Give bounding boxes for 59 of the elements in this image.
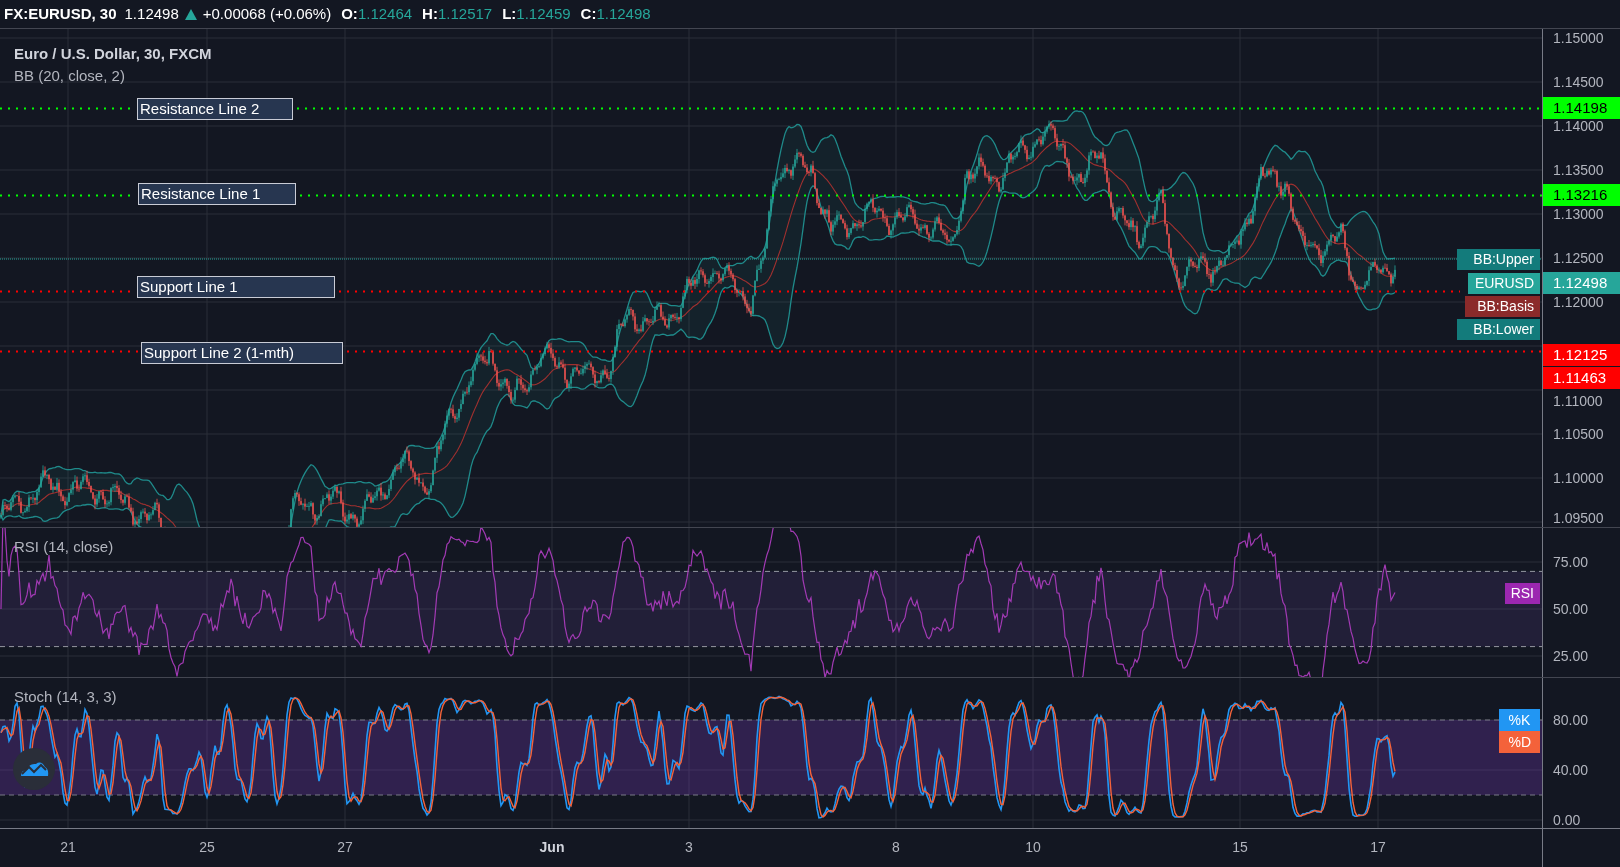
price-tag: 1.14198 <box>1543 97 1620 119</box>
line-label[interactable]: Resistance Line 1 <box>138 183 296 205</box>
indicator-label: BB (20, close, 2) <box>14 65 126 86</box>
price-change: +0.00068 (+0.06%) <box>202 3 332 24</box>
price-axis-label: 1.12500 <box>1553 250 1604 266</box>
series-tag: EURUSD <box>1468 273 1540 294</box>
series-tag: BB:Upper <box>1457 249 1540 270</box>
stoch-tag: %D <box>1499 731 1540 753</box>
up-triangle-icon <box>184 8 197 20</box>
rsi-title: RSI (14, close) <box>14 537 114 557</box>
line-label[interactable]: Support Line 2 (1-mth) <box>141 342 343 364</box>
rsi-axis-label: 50.00 <box>1553 601 1589 617</box>
symbol-label: FX:EURUSD, 30 <box>4 3 117 24</box>
time-axis-label: Jun <box>539 838 565 857</box>
price-axis-label: 1.11000 <box>1553 393 1603 409</box>
stoch-axis-label: 80.00 <box>1553 712 1589 728</box>
stoch-axis-label: 40.00 <box>1553 762 1589 778</box>
chart-title: Euro / U.S. Dollar, 30, FXCM <box>14 44 212 64</box>
time-axis-label: 25 <box>199 838 215 857</box>
price-tag: 1.11463 <box>1543 367 1620 389</box>
price-tag: 1.12125 <box>1543 344 1620 366</box>
time-axis-label: 21 <box>60 838 76 857</box>
price-axis-label: 1.15000 <box>1553 30 1604 46</box>
line-label[interactable]: Resistance Line 2 <box>137 98 293 120</box>
ohlc-label: O: <box>341 3 358 24</box>
time-axis-label: 27 <box>337 838 353 857</box>
line-label[interactable]: Support Line 1 <box>137 276 335 298</box>
stoch-tag: %K <box>1499 709 1540 731</box>
series-tag: BB:Lower <box>1457 319 1540 340</box>
last-price: 1.12498 <box>124 3 179 24</box>
price-axis-label: 1.09500 <box>1553 510 1604 526</box>
price-axis-label: 1.13500 <box>1553 162 1604 178</box>
time-axis-label: 8 <box>892 838 900 857</box>
ohlc-value: 1.12464 <box>357 3 413 24</box>
ohlc-value: 1.12517 <box>437 3 493 24</box>
ohlc-value: 1.12498 <box>596 3 651 24</box>
rsi-axis-label: 75.00 <box>1553 554 1589 570</box>
price-axis-label: 1.13000 <box>1553 206 1604 222</box>
price-axis-label: 1.10000 <box>1553 470 1604 486</box>
ohlc-label: H: <box>422 3 438 24</box>
logo-icon[interactable] <box>13 748 55 790</box>
rsi-axis-label: 25.00 <box>1553 648 1589 664</box>
time-axis-label: 10 <box>1025 838 1041 857</box>
ohlc-value: 1.12459 <box>516 3 571 24</box>
rsi-tag: RSI <box>1504 583 1540 604</box>
series-tag: BB:Basis <box>1465 296 1540 317</box>
stoch-axis-label: 0.00 <box>1553 812 1581 828</box>
ohlc-label: C: <box>580 3 597 24</box>
price-tag: 1.12498 <box>1543 272 1620 294</box>
time-axis-label: 17 <box>1370 838 1386 857</box>
price-tag: 1.13216 <box>1543 184 1620 206</box>
price-axis-label: 1.14000 <box>1553 118 1604 134</box>
price-axis-label: 1.12000 <box>1553 294 1604 310</box>
price-axis-label: 1.10500 <box>1553 426 1604 442</box>
time-axis-label: 15 <box>1232 838 1248 857</box>
ohlc-label: L: <box>502 3 517 24</box>
price-axis-label: 1.14500 <box>1553 74 1604 90</box>
stoch-title: Stoch (14, 3, 3) <box>14 687 117 707</box>
time-axis-label: 3 <box>685 838 693 857</box>
